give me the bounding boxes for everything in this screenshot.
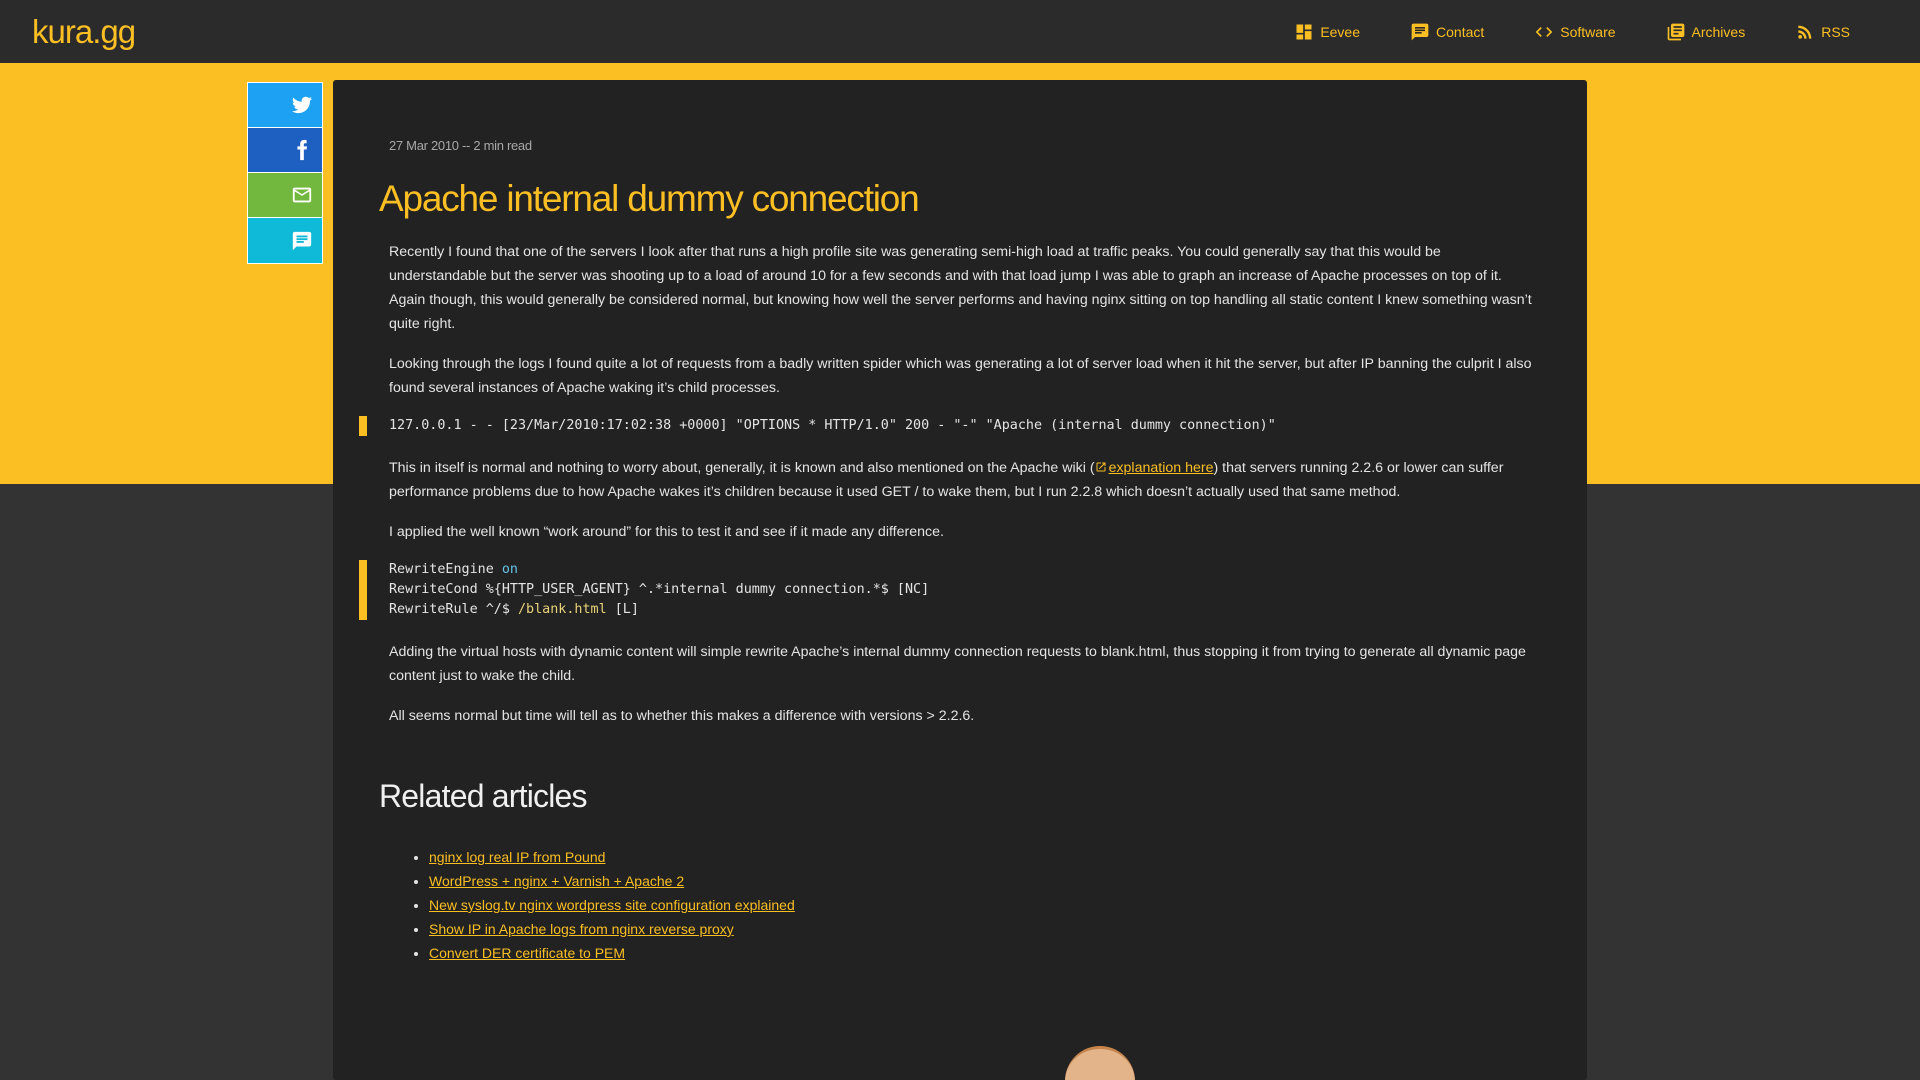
explanation-link[interactable]: explanation here — [1109, 460, 1214, 476]
post-meta: 27 Mar 2010 -- 2 min read — [389, 138, 532, 153]
share-facebook-button[interactable] — [248, 128, 322, 173]
external-link-icon — [1096, 462, 1106, 472]
code-text: [L] — [606, 602, 639, 617]
paragraph: Adding the virtual hosts with dynamic co… — [389, 644, 1526, 684]
code-text: RewriteCond %{HTTP_USER_AGENT} ^.*intern… — [389, 582, 930, 597]
site-header: kura.gg Eevee Contact Software Archives … — [0, 0, 1920, 63]
twitter-icon — [291, 96, 313, 114]
post-article: 27 Mar 2010 -- 2 min read Apache interna… — [333, 80, 1587, 1080]
log-line: 127.0.0.1 - - [23/Mar/2010:17:02:38 +000… — [389, 418, 1276, 433]
list-item: New syslog.tv nginx wordpress site confi… — [429, 893, 1541, 917]
code-keyword: on — [501, 562, 518, 577]
code-icon — [1535, 26, 1553, 37]
comment-icon — [292, 231, 312, 250]
rss-icon — [1798, 25, 1812, 39]
nav-software[interactable]: Software — [1534, 22, 1616, 42]
paragraph: All seems normal but time will tell as t… — [389, 708, 975, 724]
nav-label: RSS — [1821, 23, 1850, 40]
post-title: Apache internal dummy connection — [379, 178, 920, 219]
related-list: nginx log real IP from Pound WordPress +… — [379, 845, 1541, 965]
paragraph-text: This in itself is normal and nothing to … — [389, 460, 1095, 476]
share-bar — [247, 82, 323, 264]
nav-label: Contact — [1436, 23, 1485, 40]
facebook-icon — [297, 139, 308, 161]
related-heading: Related articles — [379, 778, 588, 814]
related-link[interactable]: Convert DER certificate to PEM — [429, 945, 625, 961]
list-item: Convert DER certificate to PEM — [429, 941, 1541, 965]
rewrite-code-block: RewriteEngine on RewriteCond %{HTTP_USER… — [359, 560, 1541, 620]
nav-label: Archives — [1691, 23, 1746, 40]
code-path: /blank.html — [518, 602, 607, 617]
share-twitter-button[interactable] — [248, 83, 322, 128]
paragraph: I applied the well known “work around” f… — [389, 524, 944, 540]
nav-archives[interactable]: Archives — [1666, 22, 1746, 42]
site-logo[interactable]: kura.gg — [32, 13, 136, 51]
email-icon — [292, 187, 312, 203]
nav-rss[interactable]: RSS — [1795, 22, 1850, 42]
share-email-button[interactable] — [248, 173, 322, 218]
log-code-block: 127.0.0.1 - - [23/Mar/2010:17:02:38 +000… — [359, 416, 1541, 436]
list-item: Show IP in Apache logs from nginx revers… — [429, 917, 1541, 941]
list-item: nginx log real IP from Pound — [429, 845, 1541, 869]
nav-eevee[interactable]: Eevee — [1294, 22, 1360, 42]
code-text: RewriteRule ^/$ — [389, 602, 518, 617]
post-content: Recently I found that one of the servers… — [359, 240, 1541, 728]
related-link[interactable]: nginx log real IP from Pound — [429, 849, 605, 865]
nav-label: Software — [1560, 23, 1616, 40]
share-comment-button[interactable] — [248, 218, 322, 263]
dashboard-icon — [1296, 24, 1312, 39]
list-item: WordPress + nginx + Varnish + Apache 2 — [429, 869, 1541, 893]
related-link[interactable]: Show IP in Apache logs from nginx revers… — [429, 921, 734, 937]
paragraph: Recently I found that one of the servers… — [389, 244, 1532, 332]
nav-contact[interactable]: Contact — [1410, 22, 1484, 42]
related-link[interactable]: WordPress + nginx + Varnish + Apache 2 — [429, 873, 684, 889]
paragraph: This in itself is normal and nothing to … — [389, 456, 1541, 504]
related-link[interactable]: New syslog.tv nginx wordpress site confi… — [429, 897, 795, 913]
library-icon — [1667, 23, 1684, 40]
main-nav: Eevee Contact Software Archives RSS — [1244, 22, 1850, 42]
paragraph: Looking through the logs I found quite a… — [389, 356, 1532, 396]
code-text: RewriteEngine — [389, 562, 502, 577]
chat-icon — [1411, 23, 1429, 40]
nav-label: Eevee — [1320, 23, 1361, 40]
